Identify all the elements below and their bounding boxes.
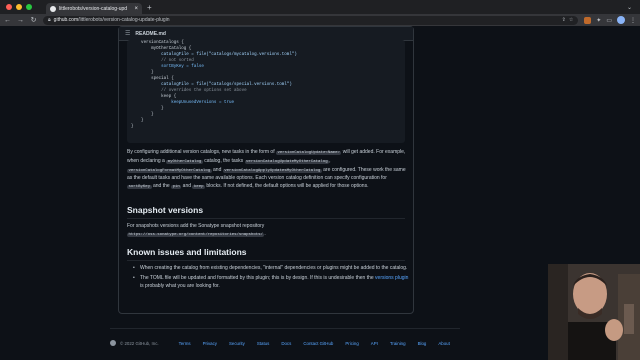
webcam-overlay (548, 264, 640, 360)
code-line: } (131, 113, 154, 117)
extension-icon[interactable] (584, 16, 592, 24)
code-line: myOtherCatalog { (131, 47, 192, 51)
code-line: special { (131, 77, 174, 81)
page-footer: © 2022 GitHub, Inc. Terms Privacy Securi… (110, 328, 460, 346)
readme-header: ☰ README.md (119, 27, 413, 41)
close-window-button[interactable] (6, 4, 12, 10)
text-run: The TOML file will be updated and format… (140, 274, 376, 281)
github-favicon-icon (50, 5, 56, 12)
code-line: sortByKey = false (131, 65, 204, 69)
snapshot-url-code: https://oss.sonatype.org/content/reposit… (127, 232, 265, 237)
url-path: /littlerobots/version-catalog-update-plu… (78, 17, 170, 23)
footer-link-about[interactable]: About (438, 341, 449, 346)
text-run: . (264, 230, 266, 237)
snapshot-heading: Snapshot versions (127, 205, 204, 215)
footer-link-status[interactable]: Status (257, 341, 269, 346)
tab-title: littlerobots/version-catalog-upd (59, 5, 128, 12)
code-line: catalogFile = file("catalogs/special.ver… (131, 83, 292, 87)
presenter-video-icon (548, 264, 640, 360)
text-run: , (329, 157, 331, 164)
browser-tab[interactable]: littlerobots/version-catalog-upd × (46, 3, 142, 14)
footer-link-blog[interactable]: Blog (418, 341, 427, 346)
inline-code: myOtherCatalog (166, 159, 203, 164)
url-host: github.com (53, 17, 79, 23)
code-line: } (131, 107, 164, 111)
code-line: versionCatalogs { (131, 41, 184, 45)
inline-code: versionCatalogApplyUpdatesMyOtherCatalog (222, 168, 322, 173)
list-item: When creating the catalog from existing … (133, 265, 409, 273)
minimize-window-button[interactable] (16, 4, 22, 10)
code-line: } (131, 125, 134, 129)
forward-arrow-icon[interactable]: → (17, 17, 24, 24)
readme-container: ☰ README.md versionCatalogs { myOtherCat… (118, 26, 414, 314)
github-logo-icon[interactable] (110, 340, 116, 346)
code-line: // not sorted (131, 59, 194, 63)
menu-kebab-icon[interactable]: ⋮ (630, 17, 636, 24)
footer-link-training[interactable]: Training (390, 341, 406, 346)
text-run: blocks. If not defined, the default opti… (205, 183, 369, 190)
list-icon[interactable]: ☰ (125, 30, 130, 37)
sidebar-icon[interactable]: ▭ (606, 17, 612, 24)
footer-link-security[interactable]: Security (229, 341, 245, 346)
address-toolbar: ← → ↻ 🔒︎ github.com/littlerobots/version… (0, 14, 640, 26)
heading-divider (127, 260, 405, 261)
reload-icon[interactable]: ↻ (30, 16, 37, 24)
footer-link-privacy[interactable]: Privacy (203, 341, 217, 346)
inline-code: pin (171, 185, 182, 190)
new-tab-button[interactable]: + (147, 3, 152, 12)
footer-links: Terms Privacy Security Status Docs Conta… (179, 341, 450, 346)
text-run: is probably what you are looking for. (140, 282, 220, 289)
code-line: } (131, 71, 154, 75)
footer-link-api[interactable]: API (371, 341, 378, 346)
code-block: versionCatalogs { myOtherCatalog { catal… (127, 40, 405, 143)
url-bar[interactable]: 🔒︎ github.com/littlerobots/version-catal… (43, 15, 579, 25)
list-item: The TOML file will be updated and format… (133, 275, 409, 291)
inline-code: versionCatalogUpdateMyOtherCatalog (244, 159, 330, 164)
known-issues-heading: Known issues and limitations (127, 247, 247, 257)
browser-tabstrip: littlerobots/version-catalog-upd × + ⌄ (0, 0, 640, 14)
maximize-window-button[interactable] (26, 4, 32, 10)
back-arrow-icon[interactable]: ← (4, 17, 11, 24)
code-line: keep { (131, 95, 177, 99)
inline-code: keep (192, 185, 206, 190)
issues-list: When creating the catalog from existing … (133, 265, 409, 292)
text-run: and (181, 183, 193, 190)
text-run: and (211, 166, 223, 173)
window-controls (6, 4, 32, 10)
footer-link-pricing[interactable]: Pricing (345, 341, 358, 346)
code-line: catalogFile = file("catalogs/mycatalog.v… (131, 53, 297, 57)
code-line: } (131, 119, 144, 123)
tab-search-icon[interactable]: ⌄ (627, 4, 632, 11)
readme-filename: README.md (135, 30, 166, 37)
footer-link-contact[interactable]: Contact GitHub (303, 341, 333, 346)
text-run: and the (151, 183, 172, 190)
footer-link-terms[interactable]: Terms (179, 341, 191, 346)
footer-link-docs[interactable]: Docs (281, 341, 291, 346)
inline-code: versionCatalogUpdate<Name> (275, 151, 342, 155)
heading-divider (127, 218, 405, 219)
text-run: By configuring additional version catalo… (127, 149, 276, 155)
code-line: // overrides the options set above (131, 89, 247, 93)
puzzle-extensions-icon[interactable]: ✦ (596, 17, 601, 24)
tab-close-icon[interactable]: × (134, 6, 138, 12)
text-run: For snapshots versions add the Sonatype … (127, 223, 265, 229)
text-run: catalog, the tasks (202, 157, 245, 164)
code-line: keepUnusedVersions = true (131, 101, 235, 105)
profile-avatar[interactable] (617, 16, 625, 24)
versions-plugin-link[interactable]: versions plugin (375, 275, 408, 281)
snapshot-paragraph: For snapshots versions add the Sonatype … (127, 223, 409, 240)
copyright-text: © 2022 GitHub, Inc. (120, 340, 159, 346)
lock-icon: 🔒︎ (48, 17, 51, 23)
inline-code: sortByKey (127, 185, 152, 190)
page-content: ☰ README.md versionCatalogs { myOtherCat… (0, 26, 640, 360)
inline-code: versionCatalogFormatMyOtherCatalog (127, 168, 212, 173)
share-icon[interactable]: ⇪ (562, 17, 566, 23)
bookmark-star-icon[interactable]: ☆ (569, 17, 573, 23)
catalogs-paragraph: By configuring additional version catalo… (127, 149, 409, 192)
